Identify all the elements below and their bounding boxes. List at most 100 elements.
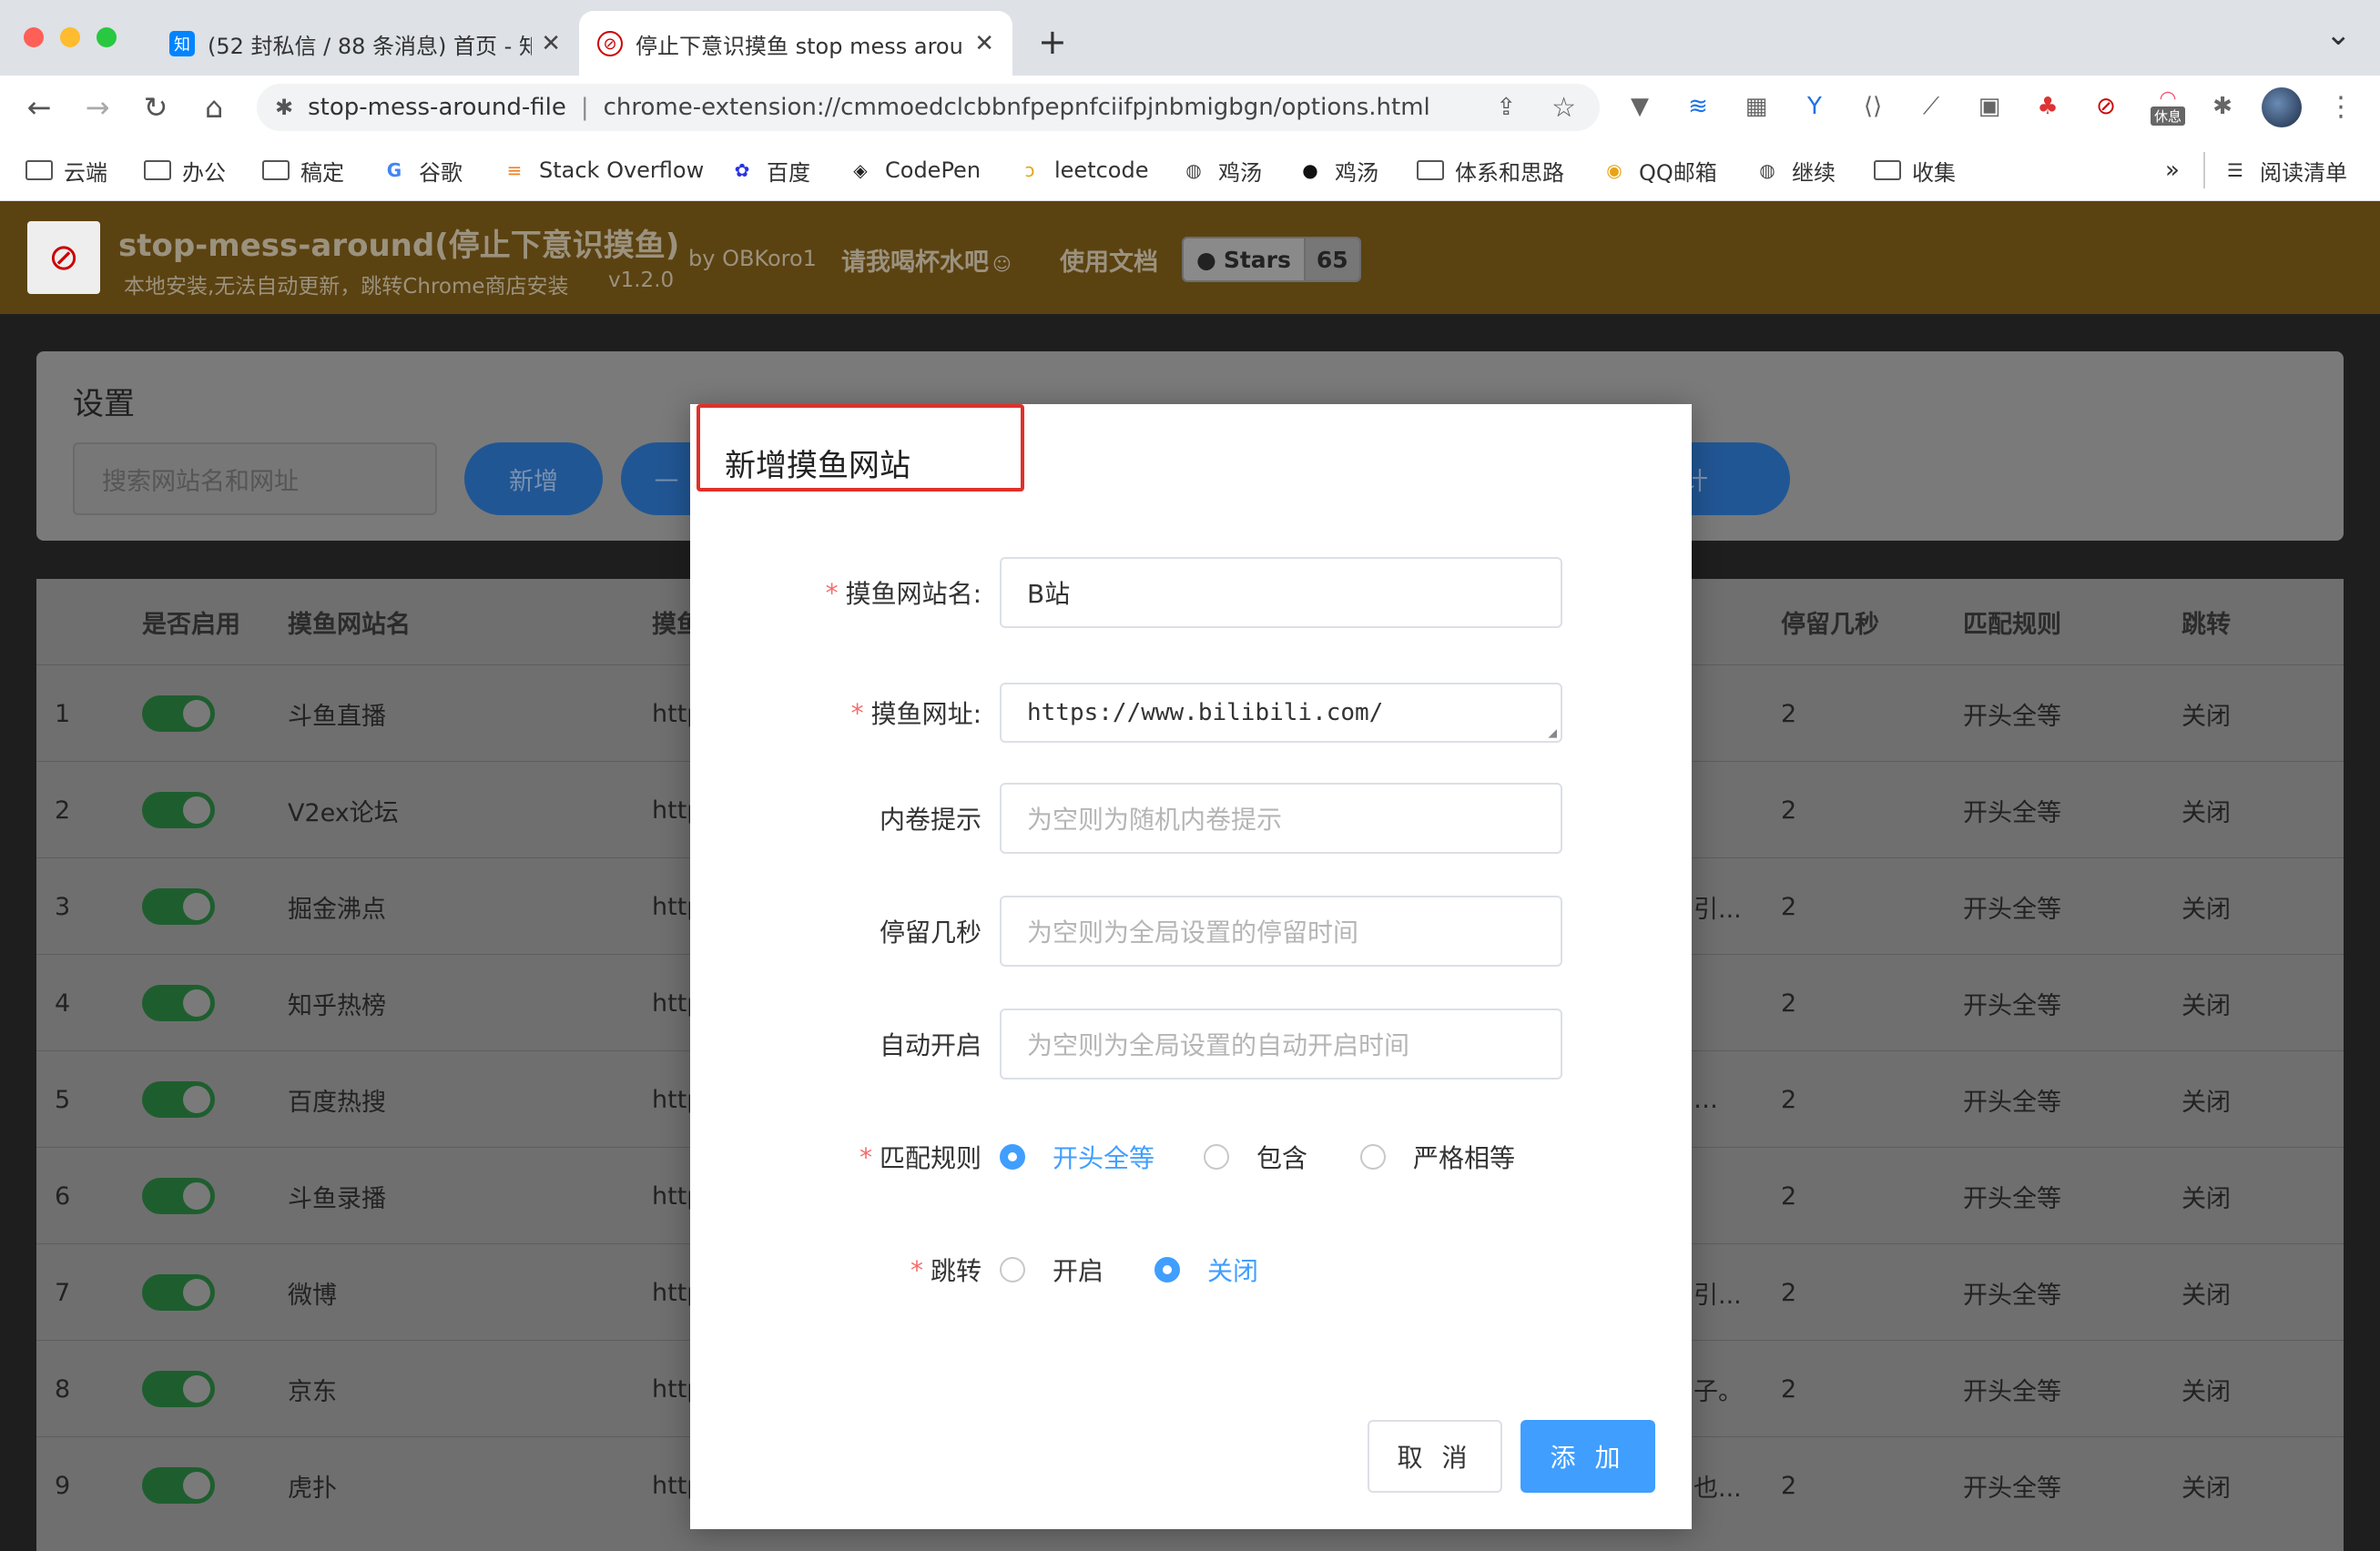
bookmark-label: 收集	[1912, 159, 1956, 186]
tree-icon[interactable]: ♣	[2030, 89, 2065, 124]
row-index: 6	[55, 1181, 71, 1211]
resize-handle-icon[interactable]: ◢	[1548, 724, 1557, 741]
site-name: 斗鱼录播	[288, 1184, 386, 1213]
hint-text: …	[1693, 1085, 1718, 1114]
bookmark-link[interactable]: ◈ CodePen	[847, 139, 981, 201]
window-close-button[interactable]	[24, 27, 44, 47]
qqmail-icon: ◉	[1606, 159, 1622, 181]
add-site-button[interactable]: 新增	[464, 442, 603, 515]
row-index: 8	[55, 1374, 71, 1404]
bookmark-star-icon[interactable]: ☆	[1551, 92, 1576, 124]
radio-rule-prefix[interactable]: 开头全等	[1000, 1121, 1154, 1192]
site-name-input[interactable]: B站	[1000, 557, 1562, 628]
github-stars-widget[interactable]: ● Stars 65	[1182, 237, 1361, 282]
stay-seconds: 2	[1781, 699, 1797, 728]
window-icon[interactable]: ▣	[1972, 89, 2007, 124]
vue-devtools-icon[interactable]: ▼	[1622, 89, 1657, 124]
menu-kebab-icon[interactable]: ⋮	[2324, 89, 2358, 124]
home-icon[interactable]: ⌂	[191, 76, 237, 139]
enabled-toggle[interactable]	[142, 665, 215, 762]
tab-search-icon[interactable]: ⌄	[2325, 16, 2352, 53]
enabled-toggle[interactable]	[142, 1341, 215, 1437]
row-index: 4	[55, 988, 71, 1018]
layers-icon[interactable]: ≋	[1681, 89, 1715, 124]
enabled-toggle[interactable]	[142, 955, 215, 1051]
app-subtitle[interactable]: 本地安装,无法自动更新，跳转Chrome商店安装	[124, 269, 569, 299]
close-icon[interactable]: ✕	[541, 30, 561, 57]
extensions-puzzle-icon[interactable]: ✱	[2205, 89, 2240, 124]
site-name: V2ex论坛	[288, 798, 399, 827]
forward-icon[interactable]: →	[75, 76, 120, 139]
window-zoom-button[interactable]	[97, 27, 117, 47]
code-icon[interactable]: ⟨⟩	[1856, 89, 1890, 124]
auto-open-input[interactable]: 为空则为全局设置的自动开启时间	[1000, 1009, 1562, 1080]
enabled-toggle[interactable]	[142, 1437, 215, 1534]
bookmark-label: 鸡汤	[1218, 159, 1262, 186]
bookmark-link[interactable]: ≡ Stack Overflow	[501, 139, 705, 201]
radio-checked-icon	[1000, 1144, 1025, 1170]
profile-avatar[interactable]	[2262, 87, 2302, 127]
docs-link[interactable]: 使用文档	[1060, 242, 1158, 278]
window-minimize-button[interactable]	[60, 27, 80, 47]
enabled-toggle[interactable]	[142, 762, 215, 858]
bookmark-folder[interactable]: 办公	[144, 139, 226, 201]
app-author[interactable]: by OBKoro1	[688, 246, 817, 271]
reading-list-button[interactable]: ☰ 阅读清单	[2222, 139, 2347, 201]
site-url-textarea[interactable]: https://www.bilibili.com/◢	[1000, 683, 1562, 743]
bookmarks-overflow-button[interactable]: »	[2165, 139, 2180, 201]
bookmark-label: 云端	[64, 159, 107, 186]
cancel-button[interactable]: 取 消	[1368, 1420, 1502, 1493]
bookmark-link[interactable]: G 谷歌	[381, 139, 463, 201]
bookmark-link[interactable]: ↄ leetcode	[1016, 139, 1149, 201]
jump-state: 关闭	[2182, 798, 2231, 827]
bookmark-link[interactable]: ◉ QQ邮箱	[1601, 139, 1717, 201]
enabled-toggle[interactable]	[142, 1148, 215, 1244]
radio-rule-strict[interactable]: 严格相等	[1360, 1121, 1515, 1192]
match-rule: 开头全等	[1963, 1184, 2061, 1213]
bookmark-label: 百度	[767, 159, 810, 186]
new-tab-button[interactable]: +	[1038, 22, 1067, 62]
bookmark-folder[interactable]: 收集	[1874, 139, 1956, 201]
tab-stop-mess-around[interactable]: ⊘ 停止下意识摸鱼 stop mess arou ✕	[579, 11, 1012, 76]
qr-code-icon[interactable]: ▦	[1739, 89, 1774, 124]
bookmark-link[interactable]: ◍ 鸡汤	[1180, 139, 1262, 201]
bookmark-folder[interactable]: 体系和思路	[1417, 139, 1564, 201]
add-button[interactable]: 添 加	[1521, 1420, 1655, 1493]
emoji-icon: ☺	[992, 253, 1012, 275]
filter-icon[interactable]: Y	[1797, 89, 1832, 124]
enabled-toggle[interactable]	[142, 1051, 215, 1148]
hint-text: 引...	[1693, 895, 1742, 924]
bookmark-link[interactable]: ◍ 继续	[1754, 139, 1836, 201]
radio-rule-contains[interactable]: 包含	[1204, 1121, 1307, 1192]
radio-jump-on[interactable]: 开启	[1000, 1234, 1104, 1305]
back-icon[interactable]: ←	[16, 76, 62, 139]
tab-zhihu[interactable]: 知 (52 封私信 / 88 条消息) 首页 - 知 ✕	[160, 11, 570, 76]
bookmark-folder[interactable]: 稿定	[262, 139, 344, 201]
rest-extension-icon[interactable]: ◠ 休息	[2147, 87, 2189, 126]
graph-icon[interactable]: ⟋	[1914, 89, 1948, 124]
share-icon[interactable]: ⇪	[1496, 94, 1516, 121]
hint-text: 也...	[1693, 1474, 1742, 1503]
stop-mess-around-icon[interactable]: ⊘	[2089, 89, 2123, 124]
bookmark-link[interactable]: ● 鸡汤	[1297, 139, 1378, 201]
address-bar[interactable]: ✱ stop-mess-around-file | chrome-extensi…	[257, 84, 1600, 131]
bookmark-label: 鸡汤	[1335, 159, 1378, 186]
enabled-toggle[interactable]	[142, 858, 215, 955]
bookmark-folder[interactable]: 云端	[25, 139, 107, 201]
match-rule: 开头全等	[1963, 702, 2061, 731]
site-name: 知乎热榜	[288, 991, 386, 1020]
dialog-title: 新增摸鱼网站	[725, 448, 910, 484]
column-header-enabled: 是否启用	[142, 610, 240, 639]
radio-jump-off[interactable]: 关闭	[1154, 1234, 1258, 1305]
stay-seconds-input[interactable]: 为空则为全局设置的停留时间	[1000, 896, 1562, 967]
enabled-toggle[interactable]	[142, 1244, 215, 1341]
reload-icon[interactable]: ↻	[133, 76, 178, 139]
bookmark-link[interactable]: ✿ 百度	[728, 139, 810, 201]
close-icon[interactable]: ✕	[974, 30, 994, 57]
github-stars-count: 65	[1303, 238, 1359, 280]
search-input[interactable]: 搜索网站名和网址	[73, 442, 437, 515]
hint-input[interactable]: 为空则为随机内卷提示	[1000, 783, 1562, 854]
github-stars-button[interactable]: ● Stars	[1184, 238, 1304, 280]
coffee-link[interactable]: 请我喝杯水吧 ☺	[841, 242, 1012, 278]
match-rule: 开头全等	[1963, 1377, 2061, 1406]
